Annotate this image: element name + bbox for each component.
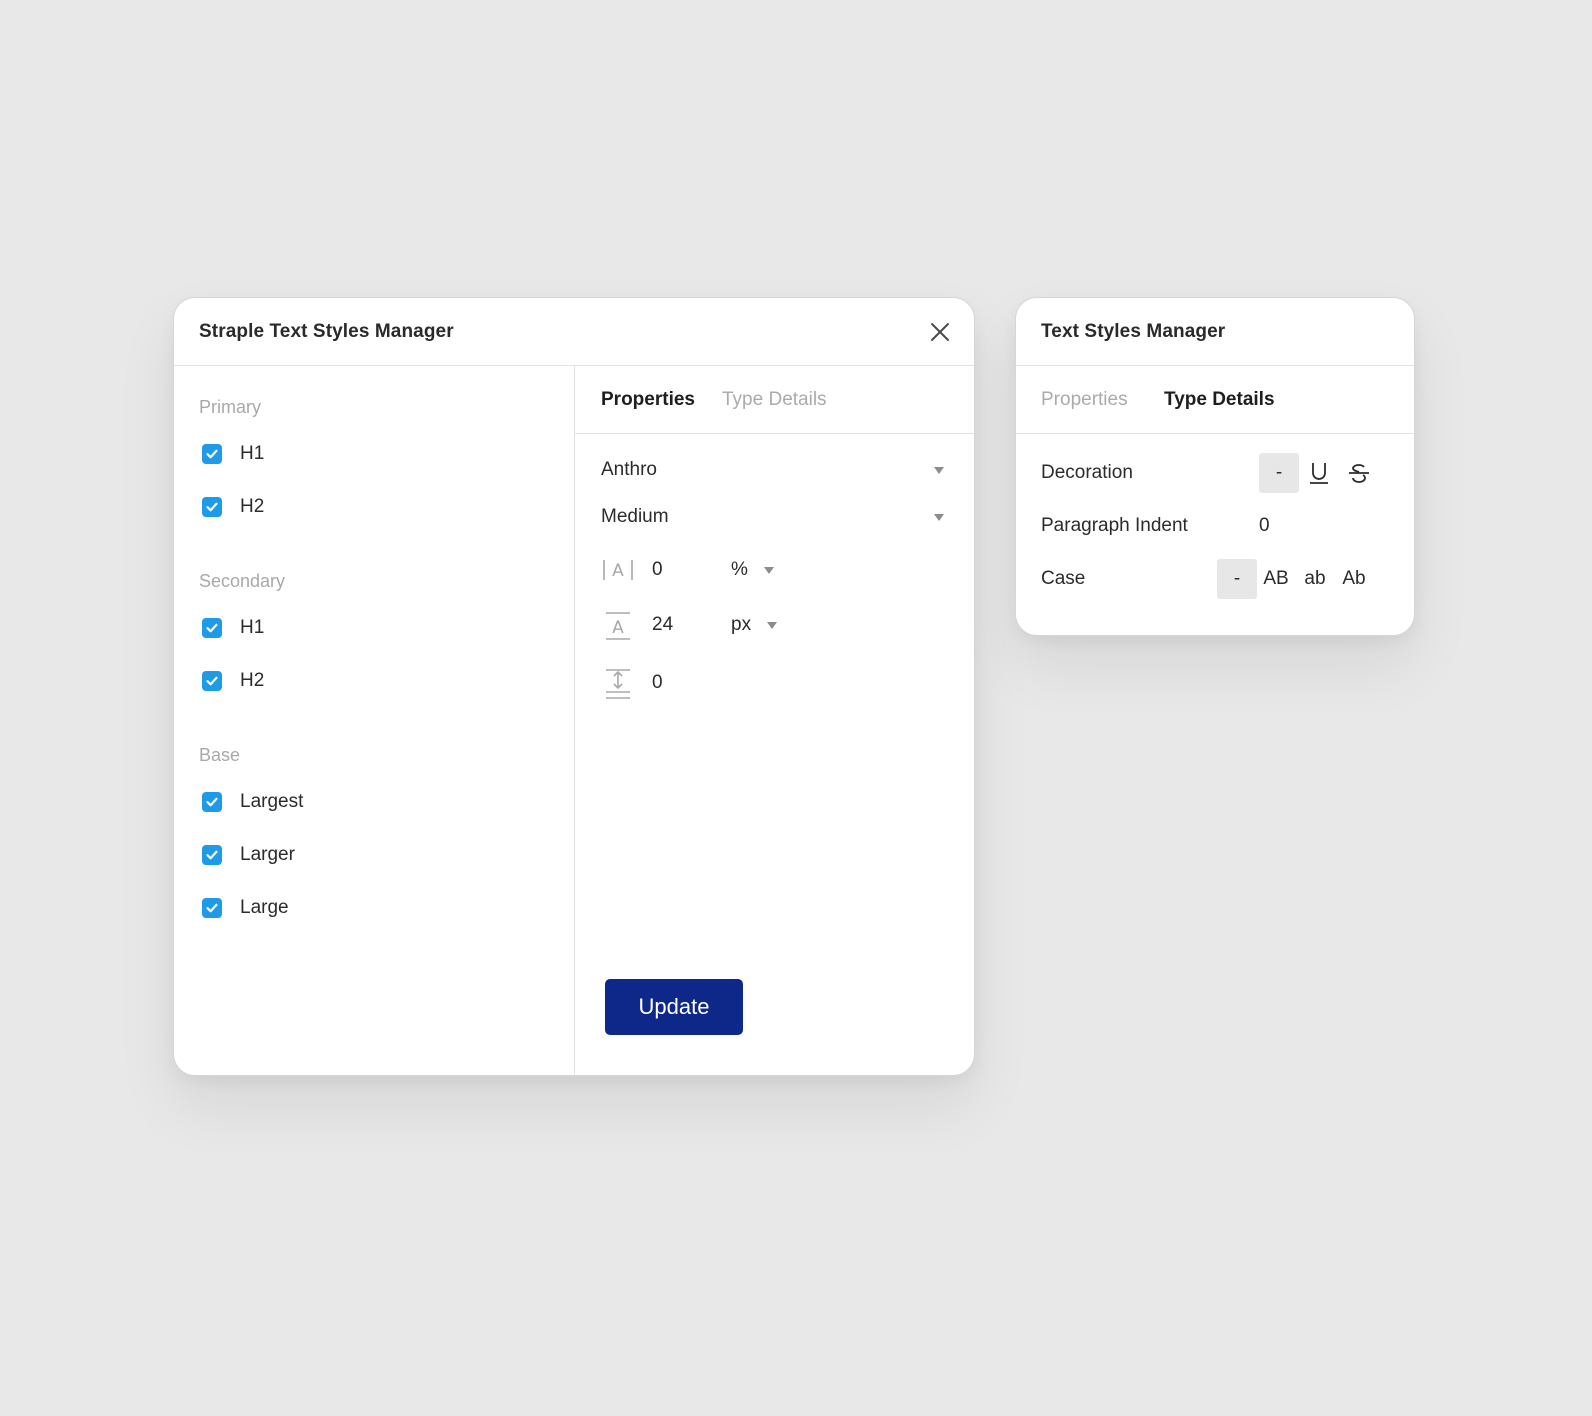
check-icon xyxy=(206,623,218,633)
paragraph-indent-input[interactable]: 0 xyxy=(1259,515,1270,537)
case-lowercase-option[interactable]: ab xyxy=(1295,559,1335,599)
case-capitalize-option[interactable]: Ab xyxy=(1334,559,1374,599)
dialog-header: Text Styles Manager xyxy=(1016,298,1414,366)
checkbox-checked[interactable] xyxy=(202,444,222,464)
text-styles-manager-dialog: Straple Text Styles Manager Primary H1 H… xyxy=(173,297,975,1076)
svg-text:A: A xyxy=(612,561,624,581)
style-item-label: H1 xyxy=(240,443,265,464)
style-item-secondary-h1[interactable]: H1 xyxy=(202,617,264,639)
decoration-underline-option[interactable] xyxy=(1299,453,1339,493)
checkbox-checked[interactable] xyxy=(202,671,222,691)
check-icon xyxy=(206,449,218,459)
style-item-base-larger[interactable]: Larger xyxy=(202,844,295,866)
checkbox-checked[interactable] xyxy=(202,845,222,865)
style-item-primary-h2[interactable]: H2 xyxy=(202,496,264,518)
chevron-down-icon xyxy=(767,621,778,629)
update-button[interactable]: Update xyxy=(605,979,743,1035)
font-size-row: A 24 px xyxy=(601,609,901,643)
font-size-input[interactable]: 24 xyxy=(652,614,712,636)
chevron-down-icon xyxy=(934,466,944,474)
case-label: Case xyxy=(1041,568,1086,589)
strikethrough-icon xyxy=(1349,464,1369,483)
font-family-value: Anthro xyxy=(601,459,657,480)
style-item-label: H1 xyxy=(240,617,265,638)
check-icon xyxy=(206,676,218,686)
close-button[interactable] xyxy=(928,320,952,344)
case-none-option[interactable]: - xyxy=(1217,559,1257,599)
style-list: Primary H1 H2 Secondary H1 H2 Base Large… xyxy=(174,366,575,1075)
letter-spacing-input[interactable]: 0 xyxy=(652,559,712,581)
dialog-title: Text Styles Manager xyxy=(1041,320,1226,342)
chevron-down-icon xyxy=(763,566,774,574)
underline-icon xyxy=(1310,463,1328,484)
tab-bar: Properties Type Details xyxy=(1016,366,1414,434)
check-icon xyxy=(206,797,218,807)
dialog-title: Straple Text Styles Manager xyxy=(199,320,454,342)
case-row: Case - AB ab Ab xyxy=(1041,559,1394,599)
check-icon xyxy=(206,502,218,512)
tab-type-details[interactable]: Type Details xyxy=(1164,389,1275,411)
checkbox-checked[interactable] xyxy=(202,497,222,517)
letter-spacing-row: A 0 % xyxy=(601,554,901,588)
checkbox-checked[interactable] xyxy=(202,618,222,638)
font-size-unit-select[interactable]: px xyxy=(731,614,778,636)
close-icon xyxy=(931,323,949,341)
decoration-none-option[interactable]: - xyxy=(1259,453,1299,493)
paragraph-indent-label: Paragraph Indent xyxy=(1041,515,1188,536)
paragraph-spacing-row: 0 xyxy=(601,667,901,701)
letter-spacing-icon: A xyxy=(603,560,633,581)
checkbox-checked[interactable] xyxy=(202,792,222,812)
svg-text:A: A xyxy=(612,618,624,638)
font-size-icon: A xyxy=(606,612,630,640)
style-item-label: H2 xyxy=(240,670,265,691)
paragraph-spacing-input[interactable]: 0 xyxy=(652,672,712,694)
tab-type-details[interactable]: Type Details xyxy=(722,389,827,411)
unit-value: % xyxy=(731,559,748,580)
case-uppercase-option[interactable]: AB xyxy=(1256,559,1296,599)
group-label-primary: Primary xyxy=(199,397,261,417)
checkbox-checked[interactable] xyxy=(202,898,222,918)
letter-spacing-unit-select[interactable]: % xyxy=(731,559,774,581)
decoration-label: Decoration xyxy=(1041,462,1133,483)
style-item-label: Large xyxy=(240,897,289,918)
font-weight-select[interactable]: Medium xyxy=(601,502,944,532)
style-item-label: H2 xyxy=(240,496,265,517)
group-label-secondary: Secondary xyxy=(199,571,286,591)
style-item-primary-h1[interactable]: H1 xyxy=(202,443,264,465)
paragraph-indent-row: Paragraph Indent 0 xyxy=(1041,506,1394,546)
style-item-label: Larger xyxy=(240,844,295,865)
style-item-label: Largest xyxy=(240,791,304,812)
tab-properties[interactable]: Properties xyxy=(1041,389,1128,411)
dialog-header: Straple Text Styles Manager xyxy=(174,298,974,366)
decoration-row: Decoration - xyxy=(1041,453,1394,493)
font-family-select[interactable]: Anthro xyxy=(601,455,944,485)
tab-properties[interactable]: Properties xyxy=(601,389,695,411)
chevron-down-icon xyxy=(934,513,944,521)
type-details-dialog: Text Styles Manager Properties Type Deta… xyxy=(1015,297,1415,636)
decoration-strikethrough-option[interactable] xyxy=(1339,453,1379,493)
unit-value: px xyxy=(731,614,752,635)
style-item-base-large[interactable]: Large xyxy=(202,897,289,919)
check-icon xyxy=(206,850,218,860)
check-icon xyxy=(206,903,218,913)
properties-pane: Properties Type Details Anthro Medium A … xyxy=(575,366,974,1075)
font-weight-value: Medium xyxy=(601,506,669,527)
style-item-secondary-h2[interactable]: H2 xyxy=(202,670,264,692)
paragraph-spacing-icon xyxy=(606,669,630,699)
group-label-base: Base xyxy=(199,745,241,765)
style-item-base-largest[interactable]: Largest xyxy=(202,791,303,813)
tab-bar: Properties Type Details xyxy=(575,366,974,434)
